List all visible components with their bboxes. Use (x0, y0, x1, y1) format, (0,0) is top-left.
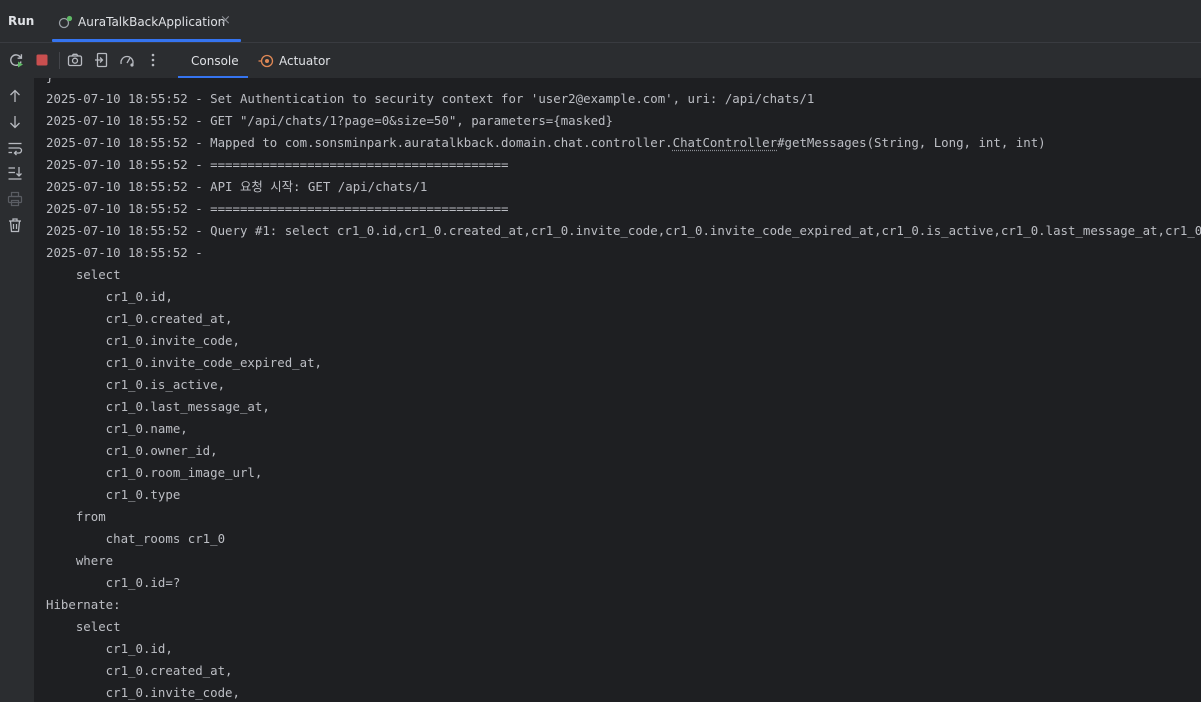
console-line: 2025-07-10 18:55:52 - (46, 245, 211, 260)
console-line: select (46, 267, 121, 282)
console-line: cr1_0.id=? (46, 575, 181, 590)
arrow-up-icon[interactable] (7, 88, 23, 104)
console-line: 2025-07-10 18:55:52 - ==================… (46, 157, 509, 172)
run-toolbar: Console Actuator (0, 43, 1201, 78)
console-line: cr1_0.room_image_url, (46, 465, 263, 480)
chat-controller-link[interactable]: ChatController (673, 135, 777, 150)
console-line: 2025-07-10 18:55:52 - Set Authentication… (46, 91, 815, 106)
console-line: where (46, 553, 114, 568)
scroll-to-end-icon[interactable] (7, 165, 23, 181)
console-line: cr1_0.created_at, (46, 311, 233, 326)
console-line: cr1_0.last_message_at, (46, 399, 270, 414)
tab-selected-indicator (52, 39, 241, 42)
run-tool-window: Run AuraTalkBackApplication × Console Ac… (0, 0, 1201, 702)
mapped-suffix: #getMessages(String, Long, int, int) (777, 135, 1046, 150)
print-icon (7, 191, 23, 207)
stop-icon[interactable] (34, 52, 50, 68)
mapped-prefix: 2025-07-10 18:55:52 - Mapped to com.sons… (46, 135, 673, 150)
run-header-bar: Run AuraTalkBackApplication × (0, 0, 1201, 43)
run-title: Run (8, 14, 35, 28)
console-line: select (46, 619, 121, 634)
tab-actuator-label: Actuator (279, 54, 331, 68)
console-line: cr1_0.name, (46, 421, 188, 436)
spring-boot-app-icon (58, 14, 74, 29)
dashboard-icon[interactable] (119, 52, 135, 68)
soft-wrap-icon[interactable] (7, 140, 23, 156)
close-icon[interactable]: × (220, 14, 231, 28)
console-line: } (46, 78, 1201, 88)
console-line: chat_rooms cr1_0 (46, 531, 226, 546)
console-line: from (46, 509, 106, 524)
console-line: 2025-07-10 18:55:52 - GET "/api/chats/1?… (46, 113, 613, 128)
actuator-icon (258, 53, 274, 69)
console-line: cr1_0.invite_code, (46, 685, 240, 700)
console-output[interactable]: } 2025-07-10 18:55:52 - Set Authenticati… (34, 78, 1201, 702)
console-line: cr1_0.invite_code, (46, 333, 240, 348)
toolbar-separator (59, 52, 60, 69)
console-line: cr1_0.id, (46, 641, 173, 656)
console-line: cr1_0.owner_id, (46, 443, 218, 458)
console-line: 2025-07-10 18:55:52 - API 요청 시작: GET /ap… (46, 179, 428, 194)
more-icon[interactable] (145, 52, 161, 68)
console-gutter (0, 78, 34, 702)
camera-icon[interactable] (67, 52, 83, 68)
trash-icon[interactable] (7, 217, 23, 233)
console-line: 2025-07-10 18:55:52 - Query #1: select c… (46, 223, 1201, 238)
console-line: cr1_0.invite_code_expired_at, (46, 355, 323, 370)
tab-console[interactable]: Console (178, 43, 248, 78)
rerun-icon[interactable] (8, 52, 24, 68)
tab-actuator[interactable]: Actuator (252, 43, 342, 78)
console-line: Hibernate: (46, 597, 129, 612)
tab-label: AuraTalkBackApplication (78, 15, 226, 29)
tab-aura-talk-back-application[interactable]: AuraTalkBackApplication × (52, 0, 241, 42)
exit-icon[interactable] (94, 52, 110, 68)
console-line: 2025-07-10 18:55:52 - ==================… (46, 201, 509, 216)
console-line: cr1_0.id, (46, 289, 173, 304)
console-line: cr1_0.is_active, (46, 377, 226, 392)
console-line: cr1_0.type (46, 487, 181, 502)
console-line-mapped: 2025-07-10 18:55:52 - Mapped to com.sons… (46, 132, 1201, 154)
arrow-down-icon[interactable] (7, 114, 23, 130)
tab-console-label: Console (191, 54, 239, 68)
console-line: cr1_0.created_at, (46, 663, 233, 678)
console-lines: } 2025-07-10 18:55:52 - Set Authenticati… (46, 78, 1201, 702)
